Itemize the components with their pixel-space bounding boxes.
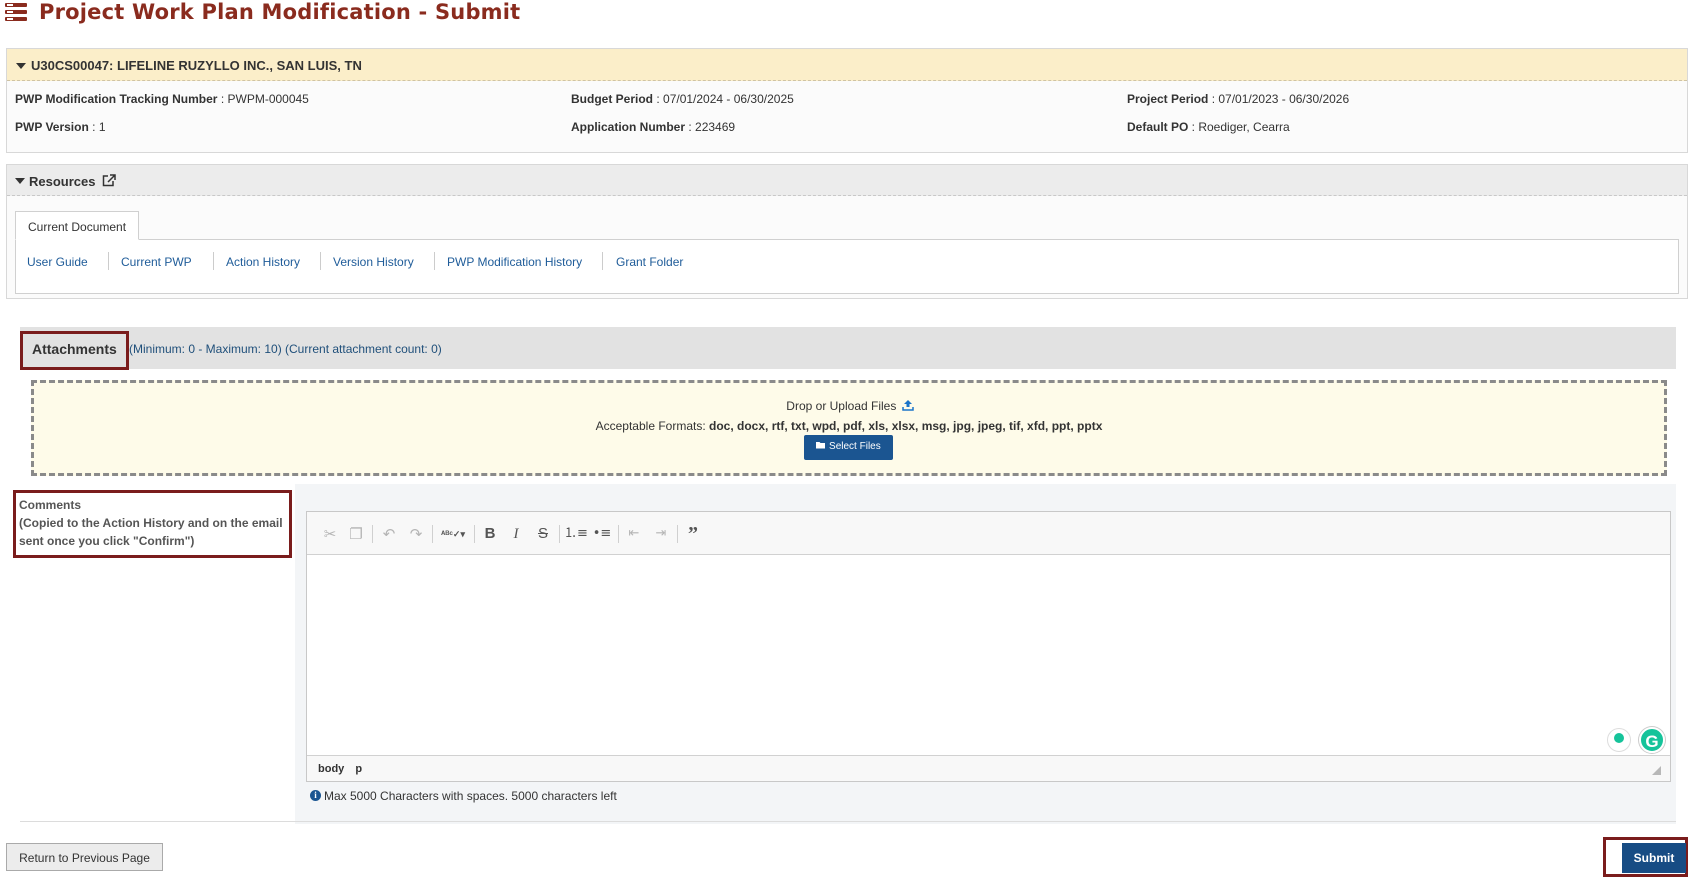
drop-upload-text: Drop or Upload Files [34, 398, 1664, 413]
upload-icon [901, 400, 914, 411]
link-separator [213, 252, 214, 270]
attachments-title: Attachments [32, 341, 117, 357]
grant-header-text: U30CS00047: LIFELINE RUZYLLO INC., SAN L… [31, 58, 362, 73]
link-separator [108, 252, 109, 270]
rich-text-editor: ✂ ❐ ↶ ↷ ᴬᴮᶜ✓▾ B I S ⒈≡ •≡ ⇤ ⇥ ” body p [306, 511, 1671, 782]
tab-content: User Guide Current PWP Action History Ve… [15, 239, 1679, 294]
acceptable-formats: Acceptable Formats: doc, docx, rtf, txt,… [595, 419, 1103, 433]
redo-icon[interactable]: ↷ [405, 523, 427, 545]
toolbar-separator [372, 525, 373, 543]
grammarly-suggestion-icon[interactable] [1607, 728, 1631, 752]
file-drop-zone[interactable]: Drop or Upload Files Acceptable Formats:… [31, 380, 1667, 476]
resources-panel: Resources Current Document User Guide Cu… [6, 164, 1688, 299]
indent-icon[interactable]: ⇥ [650, 523, 672, 545]
page-title: Project Work Plan Modification - Submit [39, 0, 521, 24]
path-p[interactable]: p [355, 763, 362, 775]
link-separator [320, 252, 321, 270]
application-number-field: Application Number : 223469 [571, 120, 736, 134]
toolbar-separator [432, 525, 433, 543]
tab-current-document[interactable]: Current Document [15, 211, 140, 240]
link-version-history[interactable]: Version History [333, 255, 414, 269]
link-current-pwp[interactable]: Current PWP [121, 255, 192, 269]
default-po-field: Default PO : Roediger, Cearra [1127, 120, 1290, 134]
link-pwp-modification-history[interactable]: PWP Modification History [447, 255, 582, 269]
folder-open-icon [816, 442, 826, 449]
blockquote-icon[interactable]: ” [682, 523, 704, 545]
divider [20, 821, 1676, 822]
outdent-icon[interactable]: ⇤ [623, 523, 645, 545]
resize-handle-icon[interactable] [1652, 766, 1661, 775]
link-user-guide[interactable]: User Guide [27, 255, 88, 269]
comments-editor-area[interactable] [307, 555, 1670, 755]
grant-info-panel: U30CS00047: LIFELINE RUZYLLO INC., SAN L… [6, 48, 1688, 153]
toolbar-separator [474, 525, 475, 543]
comments-label: Comments (Copied to the Action History a… [19, 496, 289, 550]
character-limit-info: Max 5000 Characters with spaces. 5000 ch… [324, 789, 617, 803]
external-link-icon[interactable] [102, 174, 116, 187]
return-button[interactable]: Return to Previous Page [6, 843, 163, 871]
link-separator [602, 252, 603, 270]
link-action-history[interactable]: Action History [226, 255, 300, 269]
select-files-button[interactable]: Select Files [804, 435, 893, 460]
resources-header-text: Resources [29, 174, 96, 189]
numbered-list-icon[interactable]: ⒈≡ [564, 523, 588, 545]
link-separator [434, 252, 435, 270]
bulleted-list-icon[interactable]: •≡ [591, 523, 613, 545]
strikethrough-icon[interactable]: S [532, 523, 554, 545]
editor-statusbar: body p [307, 755, 1670, 781]
copy-icon[interactable]: ❐ [345, 523, 367, 545]
link-grant-folder[interactable]: Grant Folder [616, 255, 683, 269]
bold-icon[interactable]: B [479, 523, 501, 545]
cut-icon[interactable]: ✂ [319, 523, 341, 545]
undo-icon[interactable]: ↶ [378, 523, 400, 545]
spellcheck-icon[interactable]: ᴬᴮᶜ✓▾ [438, 523, 468, 545]
info-icon: i [310, 790, 321, 801]
pwp-version-field: PWP Version : 1 [15, 120, 106, 134]
toolbar-separator [677, 525, 678, 543]
collapse-caret-icon [15, 178, 25, 184]
editor-toolbar: ✂ ❐ ↶ ↷ ᴬᴮᶜ✓▾ B I S ⒈≡ •≡ ⇤ ⇥ ” [307, 512, 1670, 555]
budget-period-field: Budget Period : 07/01/2024 - 06/30/2025 [571, 92, 794, 106]
collapse-caret-icon [16, 63, 26, 69]
select-files-label: Select Files [829, 441, 881, 452]
comments-label-title: Comments [19, 498, 82, 512]
path-body[interactable]: body [318, 763, 344, 775]
resources-header[interactable]: Resources [7, 165, 1687, 196]
attachments-count-info: (Minimum: 0 - Maximum: 10) (Current atta… [129, 342, 442, 356]
toolbar-separator [618, 525, 619, 543]
toolbar-separator [559, 525, 560, 543]
project-period-field: Project Period : 07/01/2023 - 06/30/2026 [1127, 92, 1350, 106]
italic-icon[interactable]: I [505, 523, 527, 545]
page-menu-icon [5, 3, 27, 21]
grant-header[interactable]: U30CS00047: LIFELINE RUZYLLO INC., SAN L… [7, 49, 1687, 81]
submit-button[interactable]: Submit [1622, 843, 1686, 873]
comments-note: (Copied to the Action History and on the… [19, 516, 283, 548]
grammarly-icon[interactable]: G [1639, 727, 1665, 753]
tracking-number-field: PWP Modification Tracking Number : PWPM-… [15, 92, 309, 106]
